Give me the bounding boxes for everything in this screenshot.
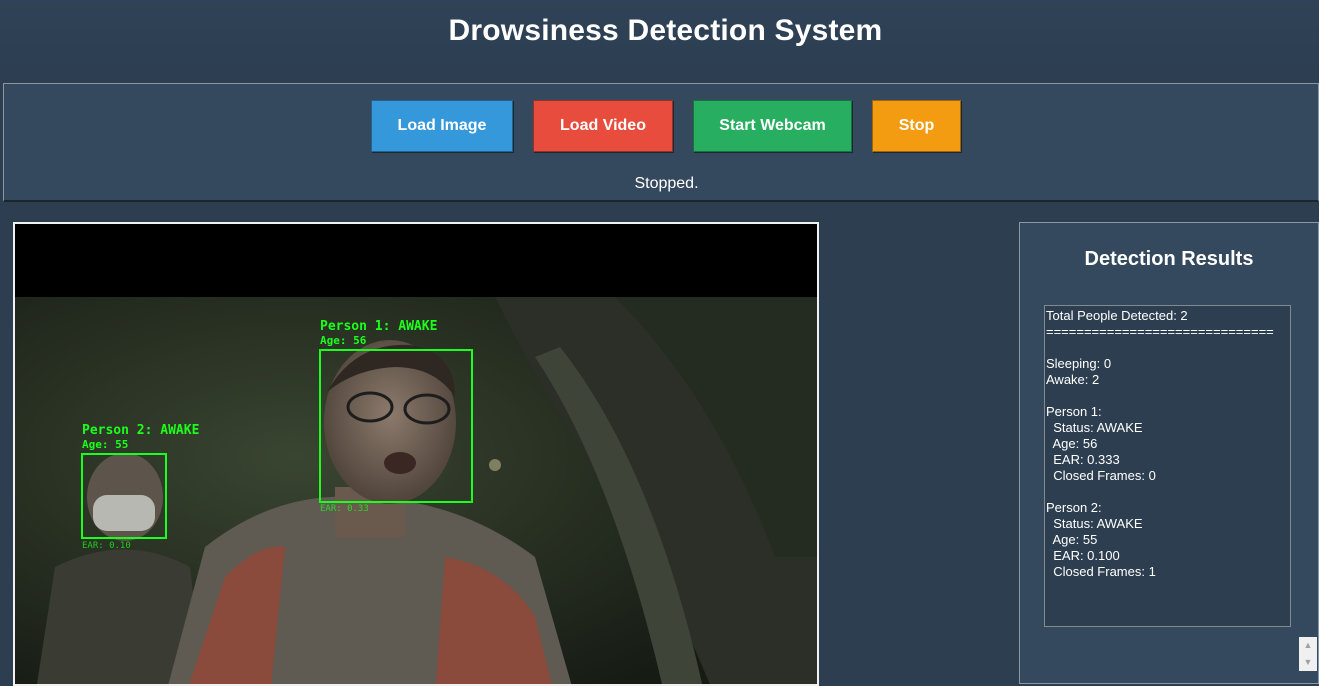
person1-age: Age: 56 xyxy=(320,334,367,347)
results-line: Person 1: xyxy=(1046,404,1102,419)
load-image-button[interactable]: Load Image xyxy=(371,100,513,152)
person1-face-box xyxy=(319,349,473,503)
status-text: Stopped. xyxy=(634,175,699,192)
person1-label: Person 1: AWAKE xyxy=(320,319,438,334)
person1-ear: EAR: 0.33 xyxy=(320,504,369,514)
results-line: Total People Detected: 2 xyxy=(1046,308,1188,323)
results-line: Status: AWAKE xyxy=(1046,516,1143,531)
results-line: ============================== xyxy=(1046,324,1274,339)
detection-results-panel: Detection Results Total People Detected:… xyxy=(1019,222,1319,684)
title-bar: Drowsiness Detection System xyxy=(0,0,1319,83)
person2-face-box xyxy=(81,453,167,539)
results-line xyxy=(1046,388,1289,404)
control-panel: Load Image Load Video Start Webcam Stop … xyxy=(3,83,1319,202)
results-title: Detection Results xyxy=(1084,248,1254,270)
start-webcam-button[interactable]: Start Webcam xyxy=(693,100,852,152)
results-line: Age: 56 xyxy=(1046,436,1098,451)
results-line: Closed Frames: 1 xyxy=(1046,564,1156,579)
results-line: EAR: 0.333 xyxy=(1046,452,1120,467)
results-line: Person 2: xyxy=(1046,500,1102,515)
load-video-button[interactable]: Load Video xyxy=(533,100,673,152)
results-line: Sleeping: 0 xyxy=(1046,356,1112,371)
person2-age: Age: 55 xyxy=(82,438,129,451)
results-line: EAR: 0.100 xyxy=(1046,548,1120,563)
results-line xyxy=(1046,340,1289,356)
results-line: Status: AWAKE xyxy=(1046,420,1143,435)
page-scrollbar[interactable]: ▲ ▼ xyxy=(1299,637,1317,671)
person2-label: Person 2: AWAKE xyxy=(82,423,200,438)
stop-button[interactable]: Stop xyxy=(872,100,961,152)
scroll-down-icon[interactable]: ▼ xyxy=(1299,654,1317,671)
results-line: Closed Frames: 0 xyxy=(1046,468,1156,483)
app-title: Drowsiness Detection System xyxy=(448,14,883,47)
person2-ear: EAR: 0.10 xyxy=(82,541,131,551)
results-line: Awake: 2 xyxy=(1046,372,1100,387)
scroll-up-icon[interactable]: ▲ xyxy=(1299,637,1317,654)
results-line xyxy=(1046,484,1289,500)
results-line: Age: 55 xyxy=(1046,532,1098,547)
video-display: Person 1: AWAKE Age: 56 EAR: 0.33 Person… xyxy=(13,222,819,686)
results-text-area[interactable]: Total People Detected: 2 ================… xyxy=(1044,305,1291,627)
